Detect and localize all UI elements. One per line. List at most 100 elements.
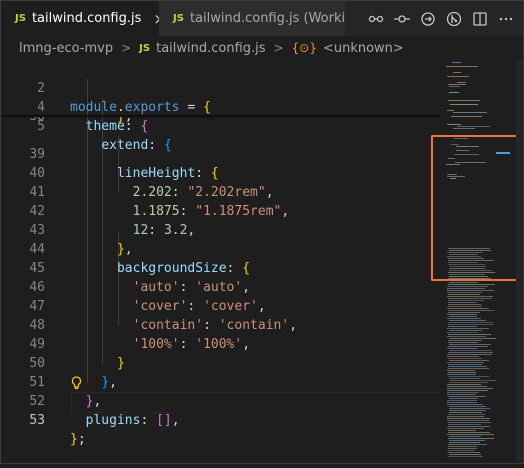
minimap-line — [449, 338, 496, 339]
minimap-line — [446, 66, 478, 67]
code-text: plugins: [], — [85, 413, 180, 428]
minimap-line — [448, 396, 486, 397]
minimap-line — [453, 112, 487, 113]
js-file-icon: JS — [173, 13, 184, 24]
minimap-line — [448, 284, 495, 285]
minimap-line — [453, 72, 461, 73]
minimap-line — [448, 326, 477, 327]
code-line[interactable]: 50 }, — [1, 335, 441, 390]
minimap-line — [447, 386, 487, 387]
minimap-line — [449, 282, 478, 283]
code-line[interactable]: 46 'cover': 'cover', — [1, 259, 441, 314]
minimap-line — [449, 440, 485, 441]
minimap-line — [448, 372, 476, 373]
breadcrumb-symbol-label: <unknown> — [322, 40, 404, 56]
symbol-module-icon: {⊙} — [291, 41, 317, 55]
minimap-line — [447, 348, 477, 349]
minimap-line — [448, 324, 494, 325]
minimap-line — [447, 290, 494, 291]
minimap-line — [448, 304, 481, 305]
gitlens-icon[interactable] — [445, 10, 463, 28]
code-line[interactable]: 47 'contain': 'contain', — [1, 278, 441, 333]
code-line[interactable]: 49 } — [1, 316, 441, 371]
minimap-line — [447, 318, 481, 319]
minimap-line — [447, 420, 489, 421]
minimap-line — [449, 454, 481, 455]
code-line[interactable]: 52 plugins: [], — [1, 373, 441, 428]
code-line[interactable]: 2 module.exports = { — [1, 60, 441, 115]
minimap-line — [447, 404, 483, 405]
code-line[interactable]: 45 'auto': 'auto', — [1, 240, 441, 295]
minimap-line — [447, 288, 485, 289]
minimap-line — [448, 432, 490, 433]
minimap-line — [448, 444, 487, 445]
minimap-line — [448, 424, 481, 425]
minimap-line — [449, 412, 482, 413]
minimap-line — [448, 358, 482, 359]
vertical-scrollbar[interactable] — [516, 60, 522, 462]
minimap-line — [447, 308, 489, 309]
minimap-line — [448, 294, 480, 295]
editor-actions — [367, 1, 523, 36]
more-actions-icon[interactable] — [497, 10, 515, 28]
code-line[interactable]: 38 }, — [1, 117, 441, 126]
minimap-line — [450, 104, 478, 105]
minimap[interactable] — [431, 60, 519, 462]
minimap-line — [448, 430, 476, 431]
open-changes-icon[interactable] — [419, 10, 437, 28]
breadcrumb-file[interactable]: JS tailwind.config.js — [139, 41, 265, 56]
split-editor-icon[interactable] — [471, 10, 489, 28]
minimap-line — [449, 382, 488, 383]
minimap-line — [447, 370, 475, 371]
code-line[interactable]: 44 backgroundSize: { — [1, 221, 441, 276]
minimap-line — [448, 342, 478, 343]
minimap-line — [448, 346, 488, 347]
code-line[interactable]: 39 lineHeight: { — [1, 126, 441, 181]
minimap-line — [449, 406, 486, 407]
tab-tailwind-config[interactable]: JS tailwind.config.js × — [1, 1, 166, 36]
js-file-icon: JS — [15, 13, 26, 24]
minimap-line — [448, 426, 490, 427]
minimap-line — [447, 450, 475, 451]
breadcrumb: lmng-eco-mvp > JS tailwind.config.js > {… — [1, 36, 523, 60]
code-line[interactable]: 48 '100%': '100%', — [1, 297, 441, 352]
git-compare-icon[interactable] — [367, 10, 385, 28]
code-line[interactable]: 41 1.1875: "1.1875rem", — [1, 164, 441, 219]
code-line[interactable]: 53 }; — [1, 392, 441, 447]
minimap-slider[interactable] — [431, 135, 519, 281]
minimap-line — [449, 330, 482, 331]
minimap-line — [448, 366, 487, 367]
code-line[interactable]: 4 theme: { — [1, 79, 441, 134]
minimap-line — [449, 320, 486, 321]
code-line[interactable]: 51 }, — [1, 354, 441, 409]
minimap-line — [448, 298, 492, 299]
code-line[interactable]: 42 12: 3.2, — [1, 183, 441, 238]
minimap-line — [448, 322, 493, 323]
minimap-line — [453, 128, 475, 129]
minimap-line — [448, 452, 480, 453]
breadcrumb-folder[interactable]: lmng-eco-mvp — [19, 41, 113, 56]
minimap-line — [448, 438, 494, 439]
js-file-icon: JS — [139, 42, 151, 54]
minimap-line — [447, 388, 493, 389]
code-line[interactable]: 43 }, — [1, 202, 441, 257]
code-line[interactable]: 40 2.202: "2.202rem", — [1, 145, 441, 200]
minimap-line — [447, 362, 484, 363]
tab-tailwind-config-working[interactable]: JS tailwind.config.js (Working — [159, 1, 345, 36]
minimap-line — [447, 110, 454, 111]
minimap-line — [449, 408, 490, 409]
minimap-line — [451, 116, 482, 117]
minimap-line — [449, 380, 496, 381]
minimap-line — [448, 306, 482, 307]
breadcrumb-file-label: tailwind.config.js — [156, 40, 266, 56]
minimap-line — [448, 456, 483, 457]
breadcrumb-symbol[interactable]: {⊙} <unknown> — [292, 41, 404, 56]
minimap-line — [447, 356, 479, 357]
minimap-line — [448, 376, 489, 377]
chevron-right-icon: > — [121, 41, 132, 55]
minimap-line — [447, 392, 479, 393]
minimap-line — [449, 92, 459, 93]
code-text: }; — [70, 432, 86, 447]
git-commit-icon[interactable] — [393, 10, 411, 28]
minimap-line — [447, 292, 482, 293]
